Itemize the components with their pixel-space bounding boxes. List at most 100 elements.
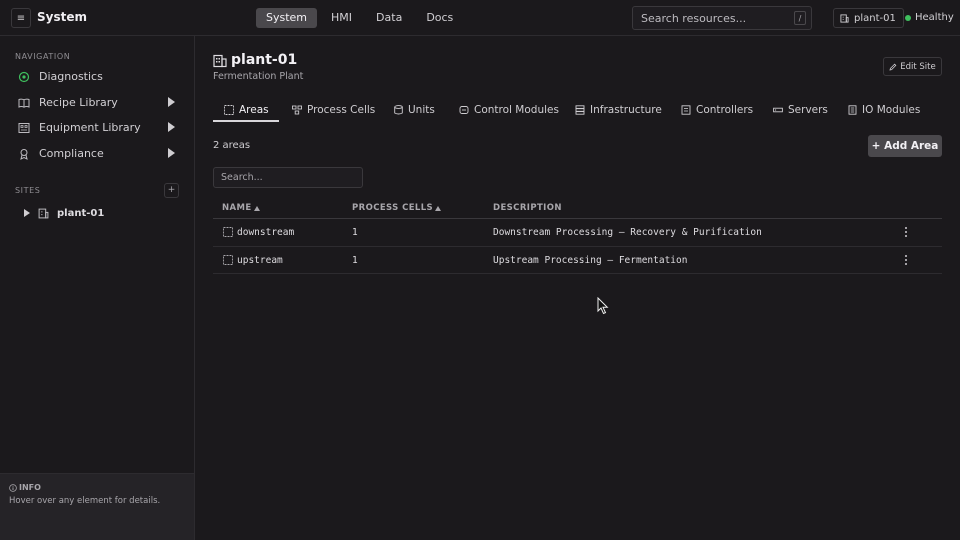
app-title: System — [37, 10, 87, 24]
sidebar: NAVIGATION Diagnostics Recipe Library Eq… — [0, 36, 195, 540]
nav-heading: NAVIGATION — [15, 52, 71, 61]
page-subtitle: Fermentation Plant — [213, 71, 304, 82]
info-title-label: INFO — [19, 483, 41, 492]
column-label: DESCRIPTION — [493, 203, 562, 213]
chevron-right-icon[interactable] — [168, 97, 175, 107]
table-row[interactable]: downstream 1 Downstream Processing — Rec… — [213, 219, 942, 247]
site-tree-item-plant-01[interactable]: plant-01 — [24, 205, 104, 221]
main-content: plant-01 Fermentation Plant Edit Site Ar… — [195, 36, 960, 540]
diagnostics-icon — [18, 71, 30, 83]
column-header-process-cells[interactable]: PROCESS CELLS — [352, 203, 442, 213]
chevron-right-icon[interactable] — [168, 122, 175, 132]
edit-site-label: Edit Site — [900, 61, 936, 72]
tab-servers[interactable]: Servers — [773, 98, 828, 122]
status-dot-icon — [905, 14, 911, 21]
health-status: Healthy — [905, 12, 954, 23]
award-icon — [20, 149, 28, 160]
cell-description: Upstream Processing — Fermentation — [493, 254, 688, 266]
sort-asc-icon — [435, 205, 442, 211]
building-icon — [840, 13, 849, 23]
building-icon — [213, 54, 227, 68]
chevron-right-icon[interactable] — [168, 148, 175, 158]
tab-label: Control Modules — [474, 104, 559, 116]
cell-process-cells: 1 — [352, 227, 358, 238]
pencil-icon — [889, 63, 897, 71]
sort-asc-icon — [253, 205, 260, 211]
mouse-cursor-icon — [597, 297, 609, 315]
tab-label: IO Modules — [862, 104, 921, 116]
server-icon — [773, 107, 783, 113]
column-header-description[interactable]: DESCRIPTION — [493, 203, 562, 213]
tab-controllers[interactable]: Controllers — [681, 98, 753, 122]
table-search-input[interactable]: Search... — [213, 167, 363, 188]
infrastructure-icon — [575, 105, 585, 115]
search-shortcut: / — [794, 11, 806, 25]
table-row[interactable]: upstream 1 Upstream Processing — Ferment… — [213, 247, 942, 274]
equipment-icon — [18, 123, 30, 133]
area-count: 2 areas — [213, 140, 251, 151]
site-selector-label: plant-01 — [854, 12, 896, 24]
info-icon — [9, 483, 17, 492]
tab-process-cells[interactable]: Process Cells — [292, 98, 375, 122]
sidebar-item-diagnostics[interactable]: Diagnostics — [0, 65, 194, 89]
site-tree-label: plant-01 — [57, 207, 105, 219]
sites-heading: SITES — [15, 186, 41, 195]
top-bar: ≡ System System HMI Data Docs Search res… — [0, 0, 960, 36]
sidebar-item-label: Equipment Library — [39, 121, 141, 134]
sidebar-item-label: Diagnostics — [39, 70, 103, 83]
topnav-data[interactable]: Data — [366, 8, 412, 28]
sidebar-item-label: Recipe Library — [39, 96, 118, 109]
info-panel: INFO Hover over any element for details. — [0, 473, 194, 540]
add-area-button[interactable]: + Add Area — [868, 135, 942, 157]
tab-units[interactable]: Units — [394, 98, 435, 122]
tab-label: Servers — [788, 104, 828, 116]
units-icon — [394, 105, 403, 115]
row-menu-icon[interactable] — [903, 226, 909, 238]
controller-icon — [681, 105, 691, 115]
column-label: NAME — [222, 203, 252, 213]
column-label: PROCESS CELLS — [352, 203, 434, 213]
cell-process-cells: 1 — [352, 254, 358, 266]
cell-description: Downstream Processing — Recovery & Purif… — [493, 227, 762, 238]
site-selector[interactable]: plant-01 — [833, 8, 904, 28]
cell-name: upstream — [237, 254, 283, 266]
tab-io-modules[interactable]: IO Modules — [848, 98, 920, 122]
active-tab-indicator — [213, 120, 279, 122]
cell-name: downstream — [237, 227, 295, 238]
tab-control-modules[interactable]: Control Modules — [459, 98, 559, 122]
process-cells-icon — [292, 105, 302, 115]
tab-label: Controllers — [696, 104, 754, 116]
column-header-name[interactable]: NAME — [222, 203, 260, 213]
tab-areas[interactable]: Areas — [224, 98, 269, 122]
tab-bar: Areas Process Cells Units Control Module… — [213, 98, 942, 122]
areas-icon — [224, 105, 234, 115]
topnav-system[interactable]: System — [256, 8, 318, 28]
page-title: plant-01 — [231, 52, 298, 68]
health-label: Healthy — [915, 12, 954, 23]
add-site-button[interactable]: + — [164, 183, 179, 198]
io-module-icon — [848, 105, 857, 115]
sidebar-item-compliance[interactable]: Compliance — [0, 142, 194, 166]
table-search-placeholder: Search... — [221, 172, 263, 183]
topnav-hmi[interactable]: HMI — [321, 8, 362, 28]
global-search-input[interactable]: Search resources... / — [632, 6, 812, 30]
sidebar-item-equipment-library[interactable]: Equipment Library — [0, 116, 194, 140]
edit-site-button[interactable]: Edit Site — [883, 57, 942, 76]
areas-table: NAME PROCESS CELLS DESCRIPTION downstrea… — [213, 197, 942, 274]
building-icon — [38, 208, 49, 218]
info-text: Hover over any element for details. — [9, 496, 161, 506]
tab-label: Units — [408, 104, 435, 116]
control-module-icon — [459, 106, 469, 114]
hamburger-icon[interactable]: ≡ — [11, 8, 31, 28]
book-icon — [18, 98, 30, 108]
info-title: INFO — [9, 483, 41, 492]
row-menu-icon[interactable] — [903, 254, 909, 266]
tab-infrastructure[interactable]: Infrastructure — [575, 98, 662, 122]
areas-icon — [223, 254, 233, 265]
tab-label: Infrastructure — [590, 104, 662, 116]
topnav-docs[interactable]: Docs — [416, 8, 463, 28]
tab-label: Process Cells — [307, 104, 376, 116]
sidebar-item-recipe-library[interactable]: Recipe Library — [0, 91, 194, 115]
caret-right-icon[interactable] — [24, 209, 30, 217]
tab-label: Areas — [239, 104, 269, 116]
